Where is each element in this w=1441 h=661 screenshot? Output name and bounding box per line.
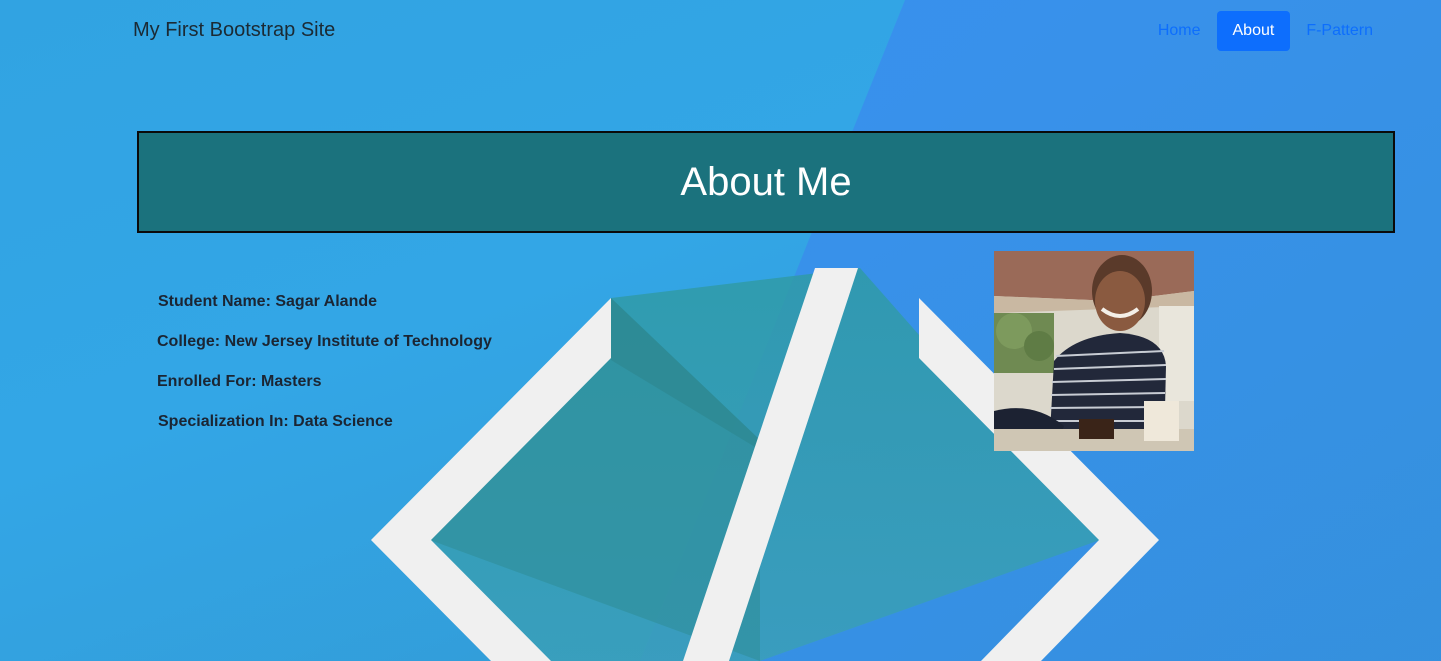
student-details: Student Name: Sagar Alande College: New …: [157, 292, 492, 452]
nav-link-home[interactable]: Home: [1142, 11, 1217, 51]
about-header-box: About Me: [137, 131, 1395, 233]
page-title: About Me: [680, 159, 852, 204]
detail-college: College: New Jersey Institute of Technol…: [157, 333, 492, 350]
nav-link-about[interactable]: About: [1216, 11, 1291, 51]
nav-link-f-pattern[interactable]: F-Pattern: [1290, 11, 1389, 51]
detail-specialization: Specialization In: Data Science: [158, 413, 393, 430]
detail-enrolled-for: Enrolled For: Masters: [157, 373, 322, 390]
brand-link[interactable]: My First Bootstrap Site: [133, 19, 335, 42]
navbar: My First Bootstrap Site Home About F-Pat…: [0, 0, 1441, 62]
detail-student-name: Student Name: Sagar Alande: [158, 293, 378, 310]
profile-photo: [994, 251, 1194, 451]
nav-links: Home About F-Pattern: [1142, 11, 1389, 51]
